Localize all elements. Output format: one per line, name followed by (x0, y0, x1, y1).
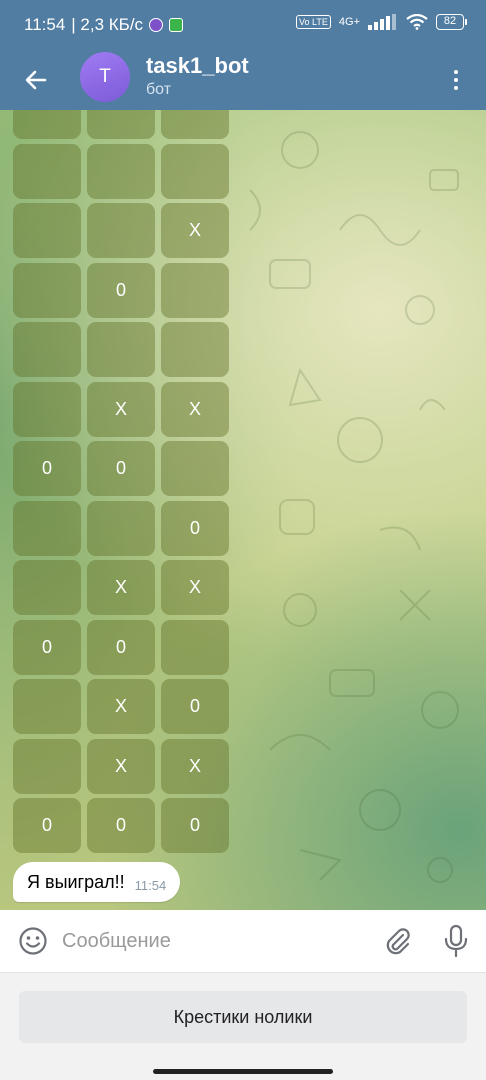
battery-icon: 82 (436, 14, 467, 30)
board-cell-button[interactable] (87, 110, 155, 139)
status-speed: | 2,3 КБ/с (71, 15, 144, 34)
viber-notification-icon (149, 18, 164, 32)
board-cell-button[interactable] (161, 322, 229, 377)
dot-icon (454, 86, 458, 90)
board-cell-button[interactable] (161, 441, 229, 496)
dot-icon (454, 70, 458, 74)
board-cell-button[interactable]: 0 (87, 441, 155, 496)
chat-subtitle: бот (146, 81, 172, 98)
chat-header: T task1_bot бот (0, 52, 486, 110)
back-button[interactable] (18, 62, 54, 98)
board-cell-button[interactable]: 0 (87, 620, 155, 675)
status-right: Vo LTE 4G+ 82 (296, 14, 467, 30)
avatar[interactable]: T (80, 52, 130, 102)
message-text: Я выиграл!! (27, 871, 125, 892)
status-time: 11:54 (24, 15, 66, 34)
board-cell-button[interactable] (161, 144, 229, 199)
board-cell-button[interactable]: X (87, 739, 155, 794)
home-indicator[interactable] (153, 1069, 333, 1074)
board-cell-button[interactable]: 0 (13, 798, 81, 853)
board-cell-button[interactable]: X (87, 382, 155, 437)
board-cell-button[interactable]: 0 (161, 798, 229, 853)
board-cell-button[interactable] (13, 501, 81, 556)
board-cell-button[interactable]: 0 (13, 620, 81, 675)
reply-keyboard-button[interactable]: Крестики нолики (19, 991, 467, 1043)
emoji-icon[interactable] (18, 926, 48, 956)
board-cell-button[interactable] (13, 679, 81, 734)
status-bar: 11:54 | 2,3 КБ/с Vo LTE 4G+ 82 (0, 0, 486, 52)
reply-keyboard: Крестики нолики (0, 972, 486, 1080)
board-cell-button[interactable]: 0 (87, 798, 155, 853)
board-cell-button[interactable]: 0 (161, 501, 229, 556)
message-input[interactable] (62, 926, 362, 956)
message-time: 11:54 (134, 877, 167, 893)
board-cell-button[interactable]: X (161, 203, 229, 258)
board-cell-button[interactable] (161, 263, 229, 318)
signal-icon (368, 14, 396, 30)
board-cell-button[interactable] (87, 144, 155, 199)
board-cell-button[interactable]: X (161, 560, 229, 615)
board-cell-button[interactable]: 0 (13, 441, 81, 496)
board-cell-button[interactable] (13, 382, 81, 437)
status-left: 11:54 | 2,3 КБ/с (24, 15, 184, 35)
message-input-bar (0, 910, 486, 972)
chat-area[interactable]: X0XX000XX00X0XX000 Я выиграл!! 11:54 (0, 110, 486, 910)
board-cell-button[interactable]: X (161, 739, 229, 794)
board-cell-button[interactable] (13, 203, 81, 258)
wifi-icon (406, 14, 428, 30)
network-type: 4G+ (338, 16, 360, 28)
paperclip-icon[interactable] (382, 926, 412, 956)
board-cell-button[interactable] (13, 739, 81, 794)
arrow-left-icon (25, 70, 47, 90)
more-options-button[interactable] (444, 62, 468, 98)
board-cell-button[interactable]: 0 (161, 679, 229, 734)
app-notification-icon (169, 18, 184, 32)
board-cell-button[interactable] (87, 322, 155, 377)
board-cell-button[interactable] (13, 144, 81, 199)
chat-title[interactable]: task1_bot (146, 53, 249, 79)
board-cell-button[interactable]: X (161, 382, 229, 437)
board-cell-button[interactable] (161, 620, 229, 675)
board-cell-button[interactable] (13, 322, 81, 377)
dot-icon (454, 78, 458, 82)
board-cell-button[interactable] (87, 203, 155, 258)
volte-icon: Vo LTE (296, 15, 331, 29)
board-cell-button[interactable] (13, 263, 81, 318)
board-cell-button[interactable] (87, 501, 155, 556)
message-bubble[interactable]: Я выиграл!! 11:54 (13, 862, 181, 902)
board-cell-button[interactable]: 0 (87, 263, 155, 318)
board-cell-button[interactable] (161, 110, 229, 139)
board-cell-button[interactable]: X (87, 560, 155, 615)
board-cell-button[interactable] (13, 110, 81, 139)
microphone-icon[interactable] (442, 924, 470, 958)
board-cell-button[interactable]: X (87, 679, 155, 734)
board-cell-button[interactable] (13, 560, 81, 615)
